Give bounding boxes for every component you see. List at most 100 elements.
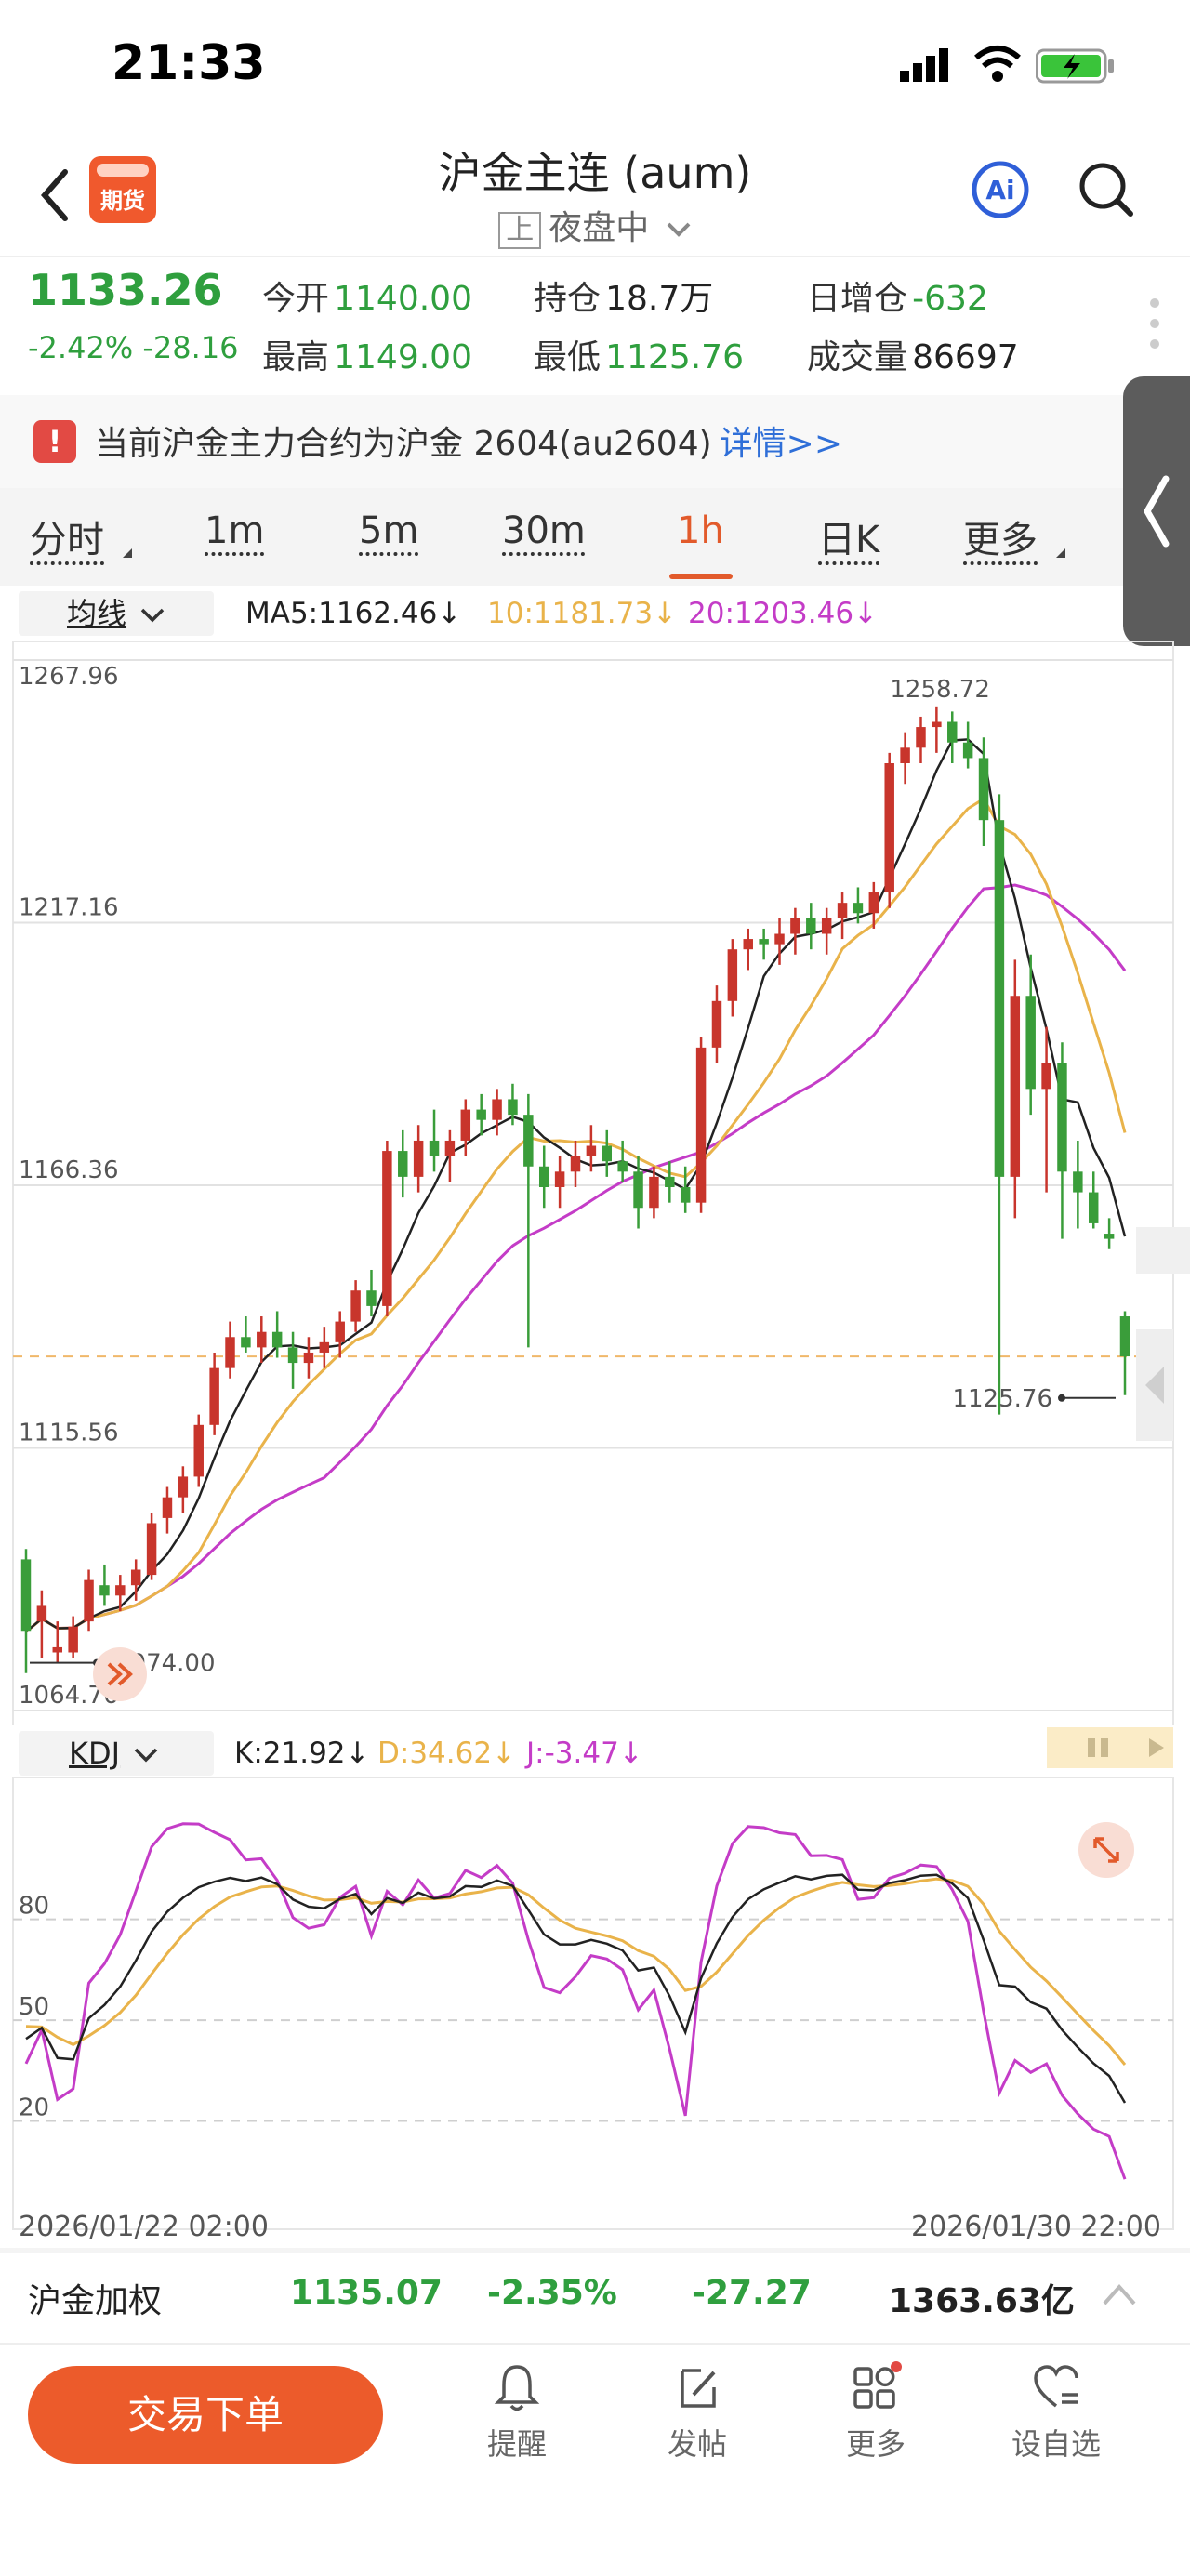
kdj-grid [12,1777,1174,2230]
candle [994,794,1005,1415]
price-change: -2.42% -28.16 [28,330,239,365]
more-apps-button[interactable]: 更多 [820,2361,932,2464]
add-watchlist-button[interactable]: 设自选 [1000,2361,1112,2464]
candle [303,1337,314,1379]
candle-body [99,1585,110,1596]
candle-body [617,1161,628,1172]
low-marker-dot [1058,1394,1065,1402]
candle-body [649,1176,659,1209]
candle-body [586,1145,597,1156]
more-dots-icon[interactable] [1149,296,1160,351]
ma-selector[interactable]: 均线 [19,591,214,636]
trade-order-button[interactable]: 交易下单 [28,2366,383,2464]
back-icon[interactable] [37,163,74,228]
candle-body [162,1497,173,1518]
open-interest-stat: 持仓 18.7万 [534,280,714,318]
candle-body [759,939,769,945]
toggle-panel-icon [1088,1738,1164,1757]
candle-body [429,1140,440,1156]
chevron-down-icon [134,1748,158,1763]
candle-body [1119,1316,1130,1357]
candle-body [680,1187,691,1203]
app-logo-mark [97,164,149,177]
active-tab-indicator [669,574,733,579]
apps-grid-icon [853,2361,902,2409]
last-price: 1133.26 [28,265,223,315]
side-drawer-handle[interactable] [1123,376,1190,646]
candle-body [538,1166,549,1188]
tab-timeshare[interactable]: 分时 [30,509,104,563]
candle-body [1073,1171,1083,1193]
kdj-chart[interactable]: 80 50 20 [0,1776,1190,2231]
candle-body [444,1140,456,1156]
volume-stat: 成交量 86697 [807,338,1019,376]
candle [429,1109,440,1172]
kdj-axis-labels: 80 50 20 [19,1893,49,2122]
candle-body [994,820,1005,1177]
oi-change-stat: 日增仓 -632 [807,280,988,318]
ma5-value: MA5:1162.46↓ [245,597,462,630]
weighted-pct: -2.35% [487,2274,617,2312]
tab-30m[interactable]: 30m [502,509,586,552]
kdj-selector[interactable]: KDJ [19,1731,214,1776]
candle-body [508,1099,518,1116]
session-selector[interactable]: 上夜盘中 [428,201,762,249]
ma20-line [25,883,1127,1633]
candle [413,1125,424,1193]
change-abs: -28.16 [142,330,239,365]
candle-body [695,1047,707,1203]
candle [1104,1218,1115,1249]
candle-body [20,1559,32,1632]
fullscreen-button[interactable] [1078,1822,1134,1878]
alert-button[interactable]: 提醒 [461,2361,573,2464]
candle [806,903,816,950]
price-tick-label: 1115.56 [19,1420,119,1447]
candle [162,1486,173,1534]
candle [36,1590,47,1658]
candle [382,1140,392,1317]
bell-icon [494,2365,540,2411]
candle-body [146,1523,157,1576]
expand-left-button[interactable] [93,1647,147,1701]
price-scroll-handle[interactable] [1136,1329,1173,1441]
candle-body [523,1115,534,1167]
tab-1h[interactable]: 1h [677,509,724,552]
candle [476,1093,486,1136]
candle-body [602,1145,613,1162]
candle-body [1010,996,1021,1177]
candle-body [554,1171,565,1188]
tab-1m[interactable]: 1m [205,509,264,552]
notice-details-link[interactable]: 详情>> [720,425,842,463]
candle-body [916,727,926,748]
candle-body [900,747,910,763]
candle [602,1129,613,1177]
candle [1010,959,1021,1219]
price-side-panel [1136,1227,1190,1274]
candle [978,737,989,846]
candle [20,1549,32,1673]
post-button[interactable]: 发帖 [641,2361,753,2464]
double-chevron-right-icon [107,1662,133,1686]
candle [727,939,738,1017]
compose-icon [681,2369,716,2408]
candle-body [335,1321,345,1342]
tab-5m[interactable]: 5m [359,509,418,552]
candle [821,907,832,955]
candle-body [476,1109,486,1120]
chevron-up-icon[interactable] [1101,2281,1138,2307]
candle-body [853,903,864,914]
candle-body [932,721,942,728]
candle-body [727,949,738,1001]
candle [900,732,910,785]
indicator-toolbar[interactable] [1047,1727,1173,1768]
tab-daily[interactable]: 日K [818,509,879,563]
candle [1073,1140,1083,1229]
search-icon[interactable] [1077,160,1136,219]
candle-body [178,1476,189,1498]
tab-more[interactable]: 更多 [963,509,1038,563]
candle-body [209,1367,219,1425]
ai-assistant-icon[interactable]: Ai [971,160,1030,219]
candlestick-chart[interactable]: 1267.961217.161166.361115.561064.761258.… [0,641,1190,1729]
candle [287,1331,298,1389]
kdj-k-value: K:21.92↓ [234,1737,370,1770]
